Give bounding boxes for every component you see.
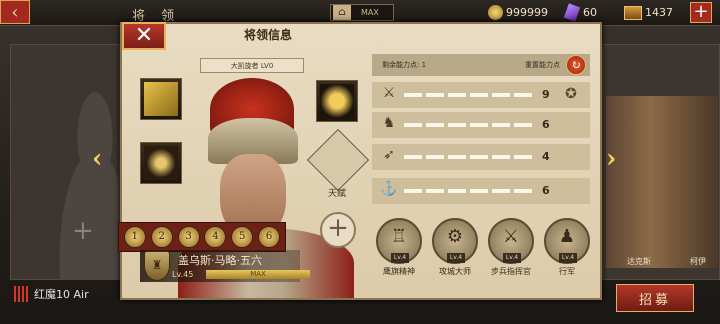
back-button[interactable]: ‹ [0,0,30,24]
exp-bar: MAX [206,270,310,279]
right-hero-portrait [606,96,718,268]
equip-slot-scepter[interactable] [140,142,182,184]
rank-shield-icon: ♜ [144,251,170,281]
device-brand: 红魔10 Air [34,288,89,301]
stat-value: 4 [542,150,550,163]
chests-value: 1437 [645,6,673,19]
horse-icon: ♞ [382,115,396,131]
reset-points-label: 重置能力点 [525,61,560,69]
bow-icon: ➶ [383,147,395,163]
chest-icon [624,5,642,20]
ability-label: 鹰旗精神 [383,267,415,276]
rank-badge[interactable]: 大凯旋者 LV0 [200,58,304,73]
sword-icon: ⚔ [382,85,396,101]
recruit-label: 招募 [638,292,671,308]
anchor-icon: ⚓ [380,181,398,197]
stats-panel: 剩余能力点: 1 重置能力点 ⚔ 9 ✪ ♞ 6 ➶ 4 ⚓ 6 [372,54,590,204]
chests-resource[interactable]: 1437 [624,4,673,21]
hero-name: 盖乌斯·马略·五六 [178,254,262,267]
skill-icon-2[interactable]: 2 [150,226,173,248]
marching-troops-icon: ♟ [558,226,576,247]
skill-icon-6[interactable]: 6 [258,226,281,248]
add-skill-button[interactable]: + [320,212,356,248]
stat-value: 6 [542,184,550,197]
skill-icon-3[interactable]: 3 [177,226,200,248]
talent-label: 天赋 [328,189,347,199]
stats-header: 剩余能力点: 1 重置能力点 [372,54,590,76]
stat-bar [404,155,534,159]
gems-resource[interactable]: 60 [563,3,597,22]
ability-march[interactable]: ♟ Lv.4 [544,218,590,264]
coin-icon [488,5,503,20]
coins-value: 999999 [506,6,548,19]
stat-bar [404,93,534,97]
stat-bar [404,189,534,193]
panel-title: 将领信息 [244,28,293,42]
ability-eagle-spirit[interactable]: ♖ Lv.4 [376,218,422,264]
add-hero-icon[interactable]: + [72,216,94,246]
coins-resource[interactable]: 999999 [488,4,548,21]
right-hero-name-1: 达克斯 [627,257,651,266]
ability-level: Lv.4 [503,253,521,263]
ability-level: Lv.4 [559,253,577,263]
banner-icon [144,82,178,116]
ability-label: 行军 [559,267,575,276]
prev-arrow-icon[interactable]: ‹ [92,144,102,174]
ability-infantry-commander[interactable]: ⚔ Lv.4 [488,218,534,264]
equip-slot-wings[interactable] [316,80,358,122]
scepter-icon [144,146,178,180]
gem-icon [563,3,581,22]
skill-bar: 1 2 3 4 5 6 [118,222,286,252]
hero-level: Lv.45 [172,270,194,279]
stat-value: 6 [542,118,550,131]
ability-level: Lv.4 [391,253,409,263]
gems-value: 60 [583,6,597,19]
remaining-points: 剩余能力点: 1 [382,61,427,69]
recruit-button[interactable]: 招募 [616,284,694,312]
siege-engine-icon: ⚙ [446,226,464,247]
ability-label: 攻城大师 [439,267,471,276]
ability-siege-master[interactable]: ⚙ Lv.4 [432,218,478,264]
max-label: MAX [361,8,379,17]
stat-row-attack[interactable]: ⚔ 9 ✪ [372,82,590,108]
device-logo-icon [14,286,28,302]
device-watermark: 红魔10 Air [14,286,89,302]
stat-row-cavalry[interactable]: ♞ 6 [372,112,590,138]
reset-points-button[interactable]: ↻ [566,55,586,75]
stat-row-naval[interactable]: ⚓ 6 [372,178,590,204]
ability-label: 步兵指挥官 [491,267,531,276]
temple-icon: ⌂ [333,5,351,20]
add-resource-button[interactable]: + [690,2,712,23]
eagle-banner-icon: ♖ [390,226,408,247]
right-hero-name-2: 柯伊 [690,257,706,266]
skill-icon-1[interactable]: 1 [123,226,146,248]
skill-icon-4[interactable]: 4 [204,226,227,248]
stat-value: 9 [542,88,550,101]
skill-icon-5[interactable]: 5 [231,226,254,248]
laurel-medal-icon[interactable]: ✪ [562,86,580,104]
ability-level: Lv.4 [447,253,465,263]
next-arrow-icon[interactable]: › [606,144,616,174]
stat-bar [404,123,534,127]
equip-slot-banner[interactable] [140,78,182,120]
building-max-indicator[interactable]: ⌂ MAX [330,4,394,21]
crossed-swords-icon: ⚔ [502,226,520,247]
close-button[interactable]: ✕ [122,22,166,50]
stat-row-archery[interactable]: ➶ 4 [372,144,590,170]
golden-wings-icon [320,84,354,118]
